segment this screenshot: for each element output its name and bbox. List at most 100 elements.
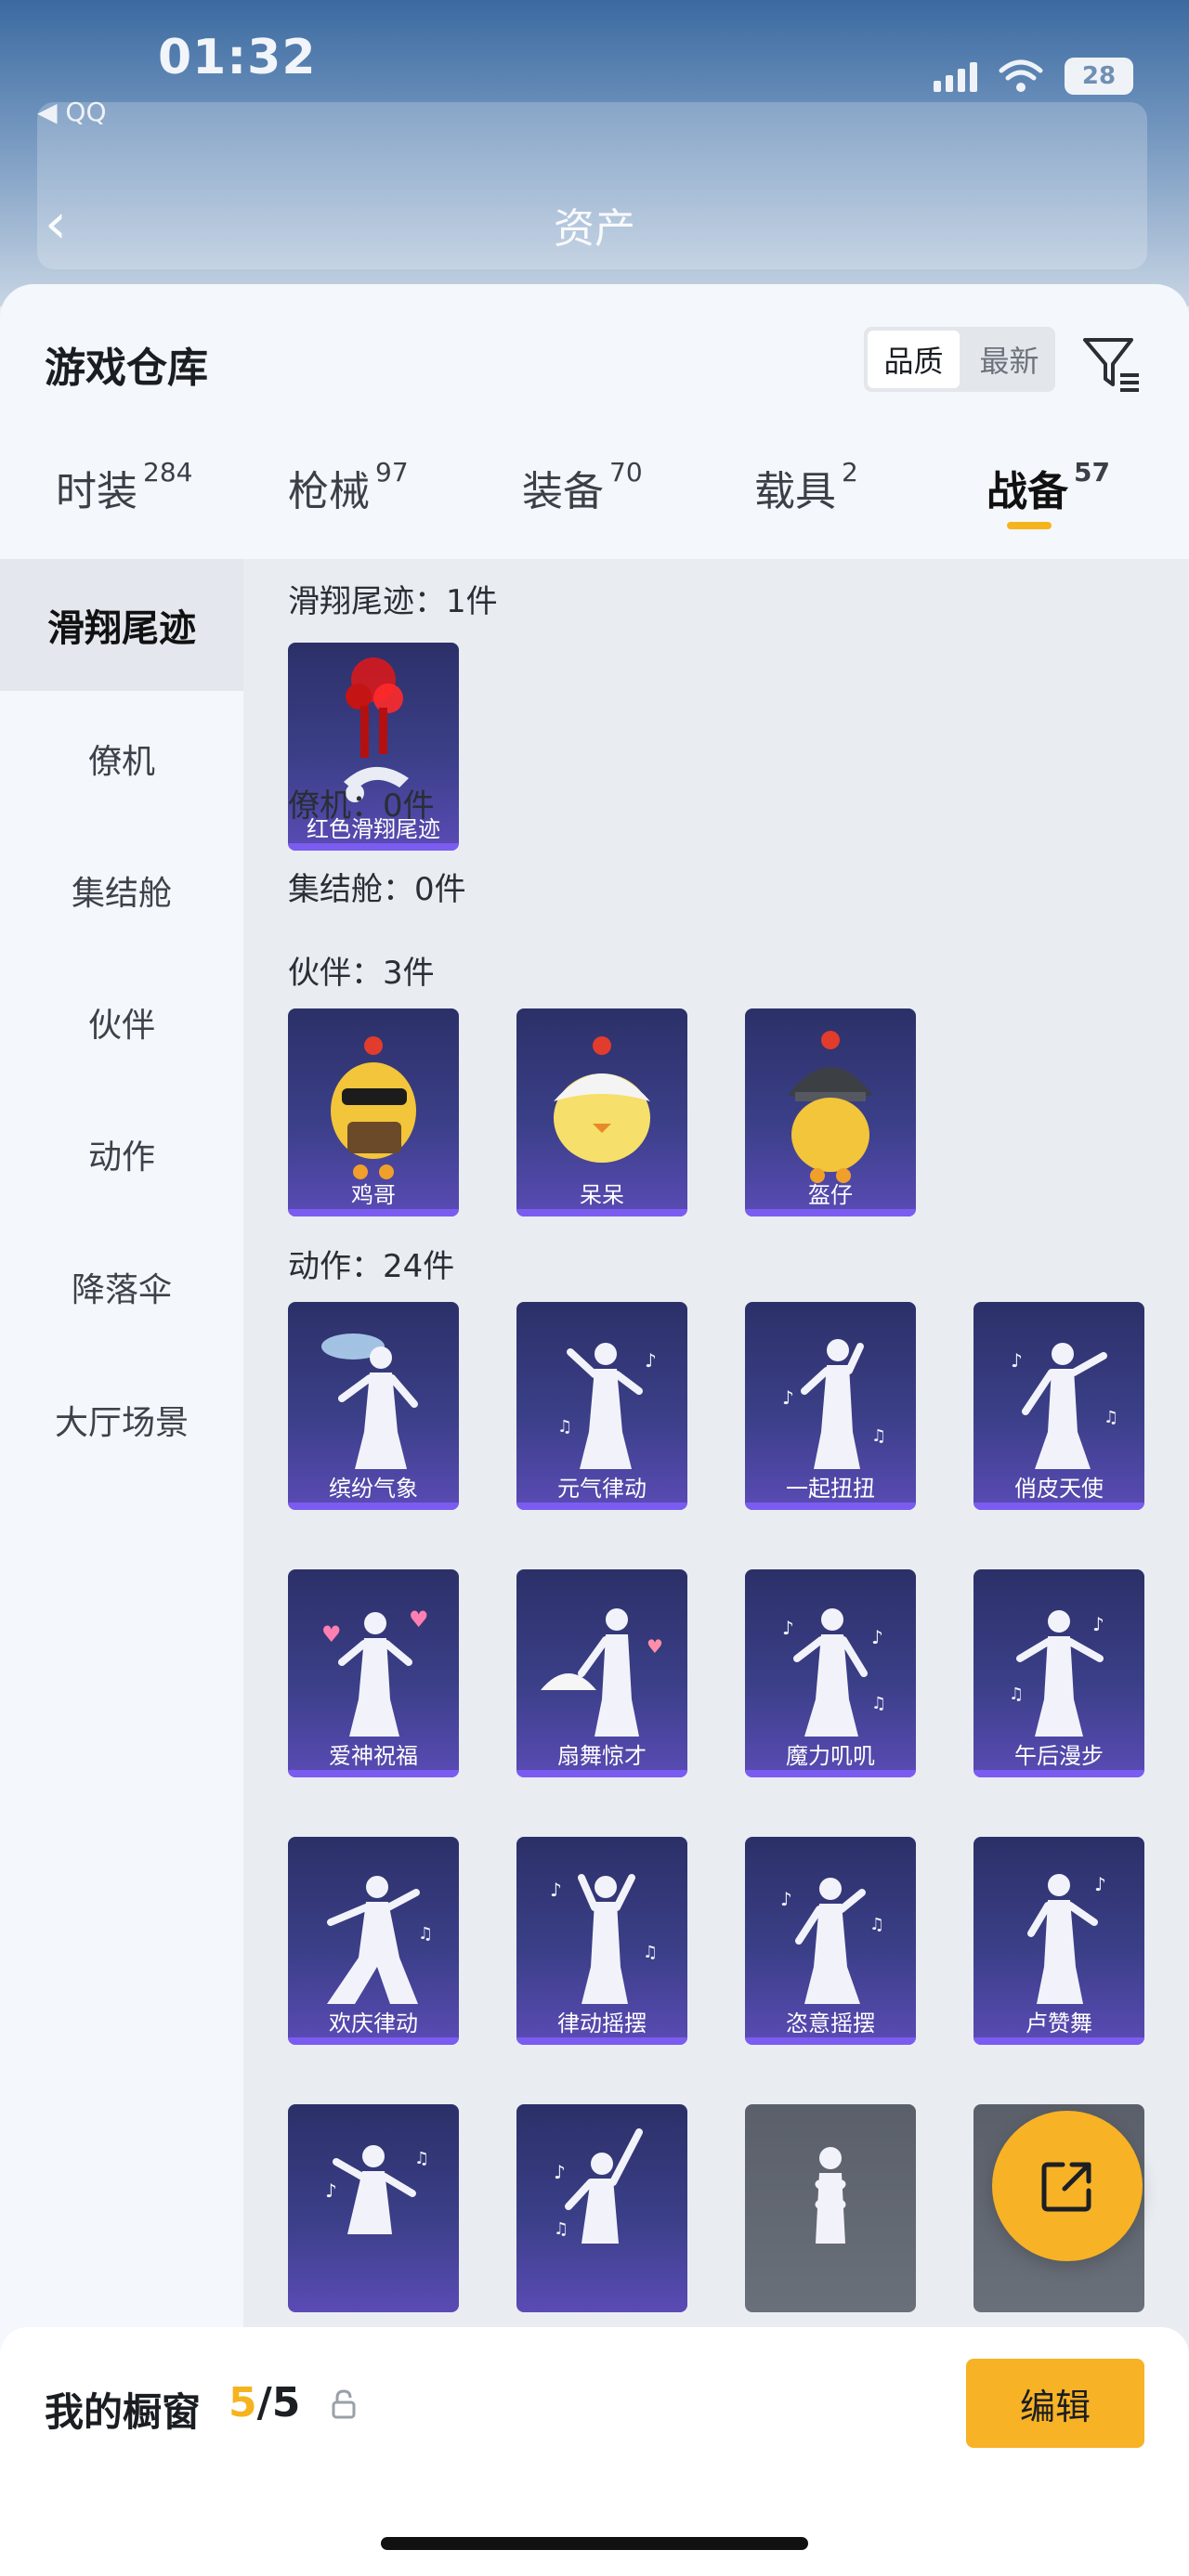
item-card[interactable]: ♥ 扇舞惊才 [516, 1569, 687, 1777]
svg-text:♥: ♥ [409, 1607, 429, 1633]
section-label-emote: 动作：24件 [288, 1248, 455, 1285]
svg-text:♪: ♪ [1094, 1873, 1106, 1895]
sort-newest-button[interactable]: 最新 [963, 327, 1055, 392]
item-card[interactable]: ♪ ♫ 俏皮天使 [973, 1302, 1144, 1510]
sidebar-item-parachute[interactable]: 降落伞 [0, 1221, 243, 1353]
share-fab-button[interactable] [992, 2111, 1143, 2261]
active-tab-underline [1007, 522, 1052, 529]
item-card[interactable]: 呆呆 [516, 1008, 687, 1216]
svg-text:♫: ♫ [414, 2149, 429, 2168]
svg-text:♪: ♪ [782, 1617, 794, 1639]
item-card[interactable]: ♪ ♫ 一起扭扭 [745, 1302, 916, 1510]
item-card[interactable]: 盔仔 [745, 1008, 916, 1216]
item-card[interactable]: ♪ ♫ 元气律动 [516, 1302, 687, 1510]
nav-title: 资产 [554, 205, 635, 253]
svg-text:♪: ♪ [1092, 1613, 1104, 1635]
sort-quality-button[interactable]: 品质 [868, 331, 960, 388]
edit-showcase-button[interactable]: 编辑 [966, 2359, 1144, 2448]
home-indicator [381, 2537, 808, 2550]
item-name: 律动摇摆 [557, 2010, 647, 2036]
item-card[interactable]: ♪ ♫ [288, 2104, 459, 2312]
sidebar-item-trail[interactable]: 滑翔尾迹 [0, 559, 243, 691]
item-name: 恣意摇摆 [786, 2010, 875, 2036]
item-card[interactable]: ♪ ♫ 恣意摇摆 [745, 1837, 916, 2045]
svg-text:♪: ♪ [550, 1879, 562, 1901]
item-card[interactable]: ♪ 卢赞舞 [973, 1837, 1144, 2045]
section-label-pod: 集结舱：0件 [288, 871, 466, 908]
svg-text:♫: ♫ [643, 1943, 658, 1962]
svg-text:♫: ♫ [871, 1426, 886, 1446]
showcase-count: 5/5 [229, 2379, 301, 2426]
dancer-silhouette-icon [815, 2147, 846, 2244]
battery-icon: 28 [1065, 58, 1133, 95]
signal-icon [934, 60, 977, 92]
dancer-silhouette-icon: ♪♫ [325, 2145, 429, 2234]
item-grid: 滑翔尾迹：1件 红色滑翔尾迹 僚机：0件 集结舱：0件 伙伴：3件 鸡哥 呆呆 … [243, 559, 1189, 2576]
item-name: 呆呆 [580, 1182, 624, 1208]
svg-text:♫: ♫ [871, 1694, 886, 1713]
svg-text:♫: ♫ [869, 1915, 884, 1934]
share-external-icon [1041, 2162, 1091, 2212]
section-label-partner: 伙伴：3件 [288, 955, 435, 992]
showcase-label: 我的橱窗 [45, 2389, 202, 2435]
sidebar-item-emote[interactable]: 动作 [0, 1088, 243, 1220]
sidebar-item-pod[interactable]: 集结舱 [0, 825, 243, 956]
svg-text:♪: ♪ [780, 1888, 792, 1910]
tab-battle-prep[interactable]: 战备 57 [986, 457, 1110, 529]
status-time: 01:32 [158, 30, 317, 85]
sort-toggle: 品质 最新 [864, 327, 1055, 392]
svg-text:♪: ♪ [871, 1626, 883, 1648]
svg-text:♫: ♫ [554, 2219, 568, 2239]
svg-text:♫: ♫ [1009, 1685, 1024, 1704]
item-name: 鸡哥 [351, 1182, 396, 1208]
status-icons: 28 [934, 58, 1133, 95]
item-card[interactable]: ♫ 欢庆律动 [288, 1837, 459, 2045]
back-to-app-link[interactable]: ◀ QQ [37, 97, 107, 127]
item-card[interactable]: ♪ ♫ 午后漫步 [973, 1569, 1144, 1777]
sidebar-item-partner[interactable]: 伙伴 [0, 956, 243, 1088]
item-card[interactable]: ♥ ♥ 爱神祝福 [288, 1569, 459, 1777]
item-name: 魔力叽叽 [786, 1743, 875, 1769]
top-app-bar: 01:32 ◀ QQ 28 ‹ 资产 [0, 0, 1189, 306]
wifi-icon [999, 59, 1043, 92]
dancer-silhouette-icon: ♪♫ [554, 2128, 643, 2244]
item-card[interactable]: 缤纷气象 [288, 1302, 459, 1510]
svg-text:♥: ♥ [321, 1621, 342, 1647]
svg-text:♫: ♫ [1104, 1408, 1118, 1427]
item-name: 欢庆律动 [329, 2010, 418, 2036]
item-card[interactable]: ♪ ♪ ♫ 魔力叽叽 [745, 1569, 916, 1777]
item-card[interactable]: ♪ ♫ 律动摇摆 [516, 1837, 687, 2045]
svg-text:♪: ♪ [1011, 1349, 1023, 1372]
tab-fashion[interactable]: 时装 284 [56, 457, 192, 517]
item-name: 元气律动 [557, 1476, 647, 1502]
svg-text:♪: ♪ [782, 1386, 794, 1409]
sidebar-item-wingman[interactable]: 僚机 [0, 693, 243, 825]
sidebar: 滑翔尾迹 僚机 集结舱 伙伴 动作 降落伞 大厅场景 [0, 559, 243, 2576]
item-name: 缤纷气象 [329, 1476, 418, 1502]
item-card-locked[interactable] [745, 2104, 916, 2312]
item-name: 扇舞惊才 [557, 1743, 647, 1769]
tab-equipment[interactable]: 装备 70 [522, 457, 643, 517]
item-name: 午后漫步 [1014, 1743, 1104, 1769]
item-card[interactable]: 鸡哥 [288, 1008, 459, 1216]
sheet-title: 游戏仓库 [45, 345, 208, 392]
category-tabs: 时装 284 枪械 97 装备 70 载具 2 战备 57 [0, 457, 1189, 559]
item-name: 卢赞舞 [1026, 2010, 1092, 2036]
svg-text:♥: ♥ [647, 1635, 663, 1658]
tab-vehicles[interactable]: 载具 2 [754, 457, 858, 517]
item-name: 一起扭扭 [786, 1476, 875, 1502]
item-name: 俏皮天使 [1014, 1476, 1104, 1502]
svg-text:♫: ♫ [418, 1924, 433, 1944]
item-card[interactable]: ♪ ♫ [516, 2104, 687, 2312]
filter-icon[interactable] [1078, 329, 1144, 396]
item-name: 爱神祝福 [329, 1743, 418, 1769]
item-name: 盔仔 [808, 1182, 853, 1208]
lock-icon [332, 2389, 356, 2419]
svg-text:♪: ♪ [645, 1349, 657, 1372]
tab-weapons[interactable]: 枪械 97 [288, 457, 409, 517]
section-label-trail: 滑翔尾迹：1件 [288, 583, 498, 620]
svg-text:♫: ♫ [557, 1417, 572, 1437]
sidebar-item-lobby-scene[interactable]: 大厅场景 [0, 1354, 243, 1486]
svg-text:♪: ♪ [325, 2179, 337, 2202]
svg-text:♪: ♪ [554, 2161, 566, 2183]
